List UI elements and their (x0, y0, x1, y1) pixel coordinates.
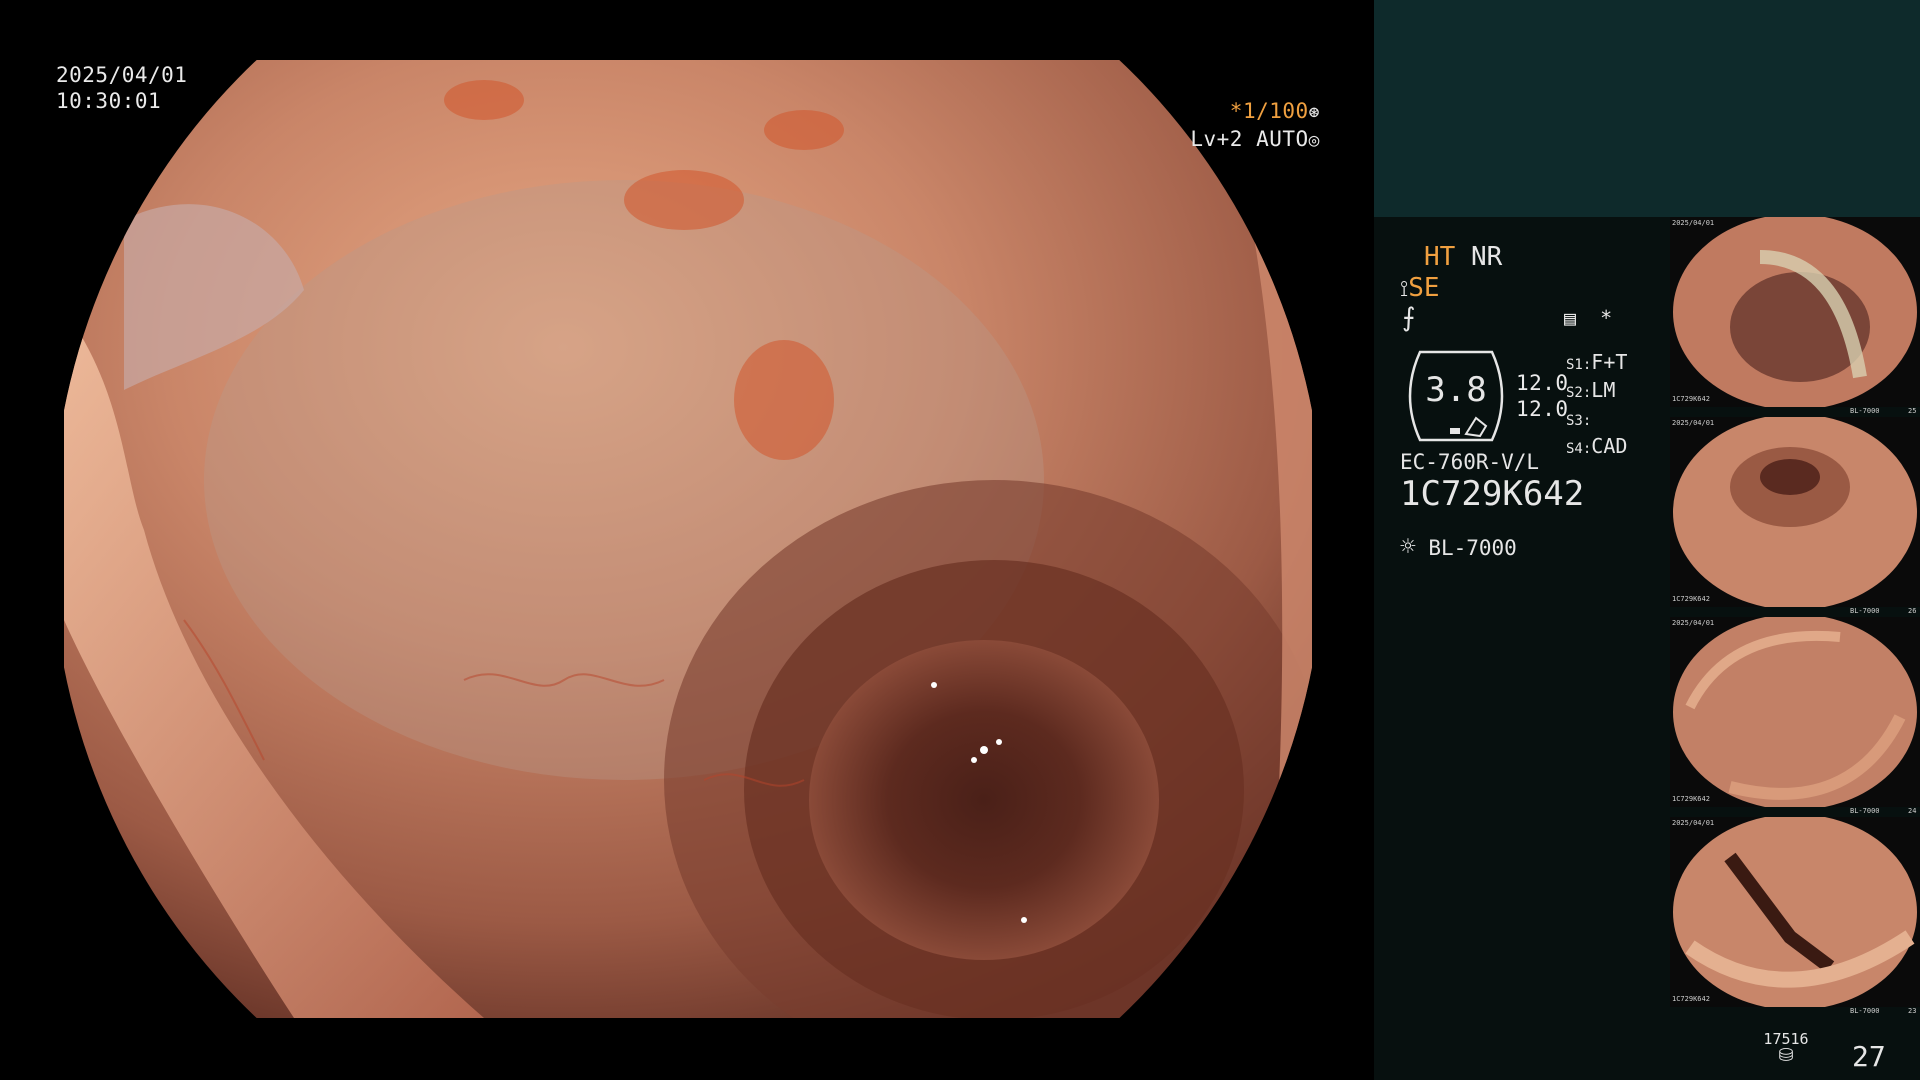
nr-label: NR (1470, 242, 1503, 272)
shutter-text: *1/100 (1229, 99, 1309, 123)
scope-model: EC-760R-V/L (1400, 450, 1540, 474)
settings-row: ▤ * (1564, 306, 1612, 330)
zoom-gauge: 3.8 (1400, 350, 1512, 442)
scope-values: 12.0 12.0 (1516, 370, 1569, 422)
status-se: ⟟SE (1400, 273, 1440, 303)
scope-icon: ⟟ (1400, 277, 1409, 302)
menu-list-icon: ▤ (1564, 306, 1577, 330)
side-panel-top (1374, 0, 1920, 217)
level-text: Lv+2 AUTO (1190, 127, 1309, 151)
thumbnail-1[interactable]: 2025/04/01 1C729K642 BL-7000 25 (1670, 214, 1920, 417)
endoscope-main-view (64, 60, 1312, 1018)
switch-row-4: S4:CAD (1566, 434, 1628, 458)
thumbnail-4[interactable]: 2025/04/01 1C729K642 BL-7000 23 (1670, 814, 1920, 1017)
ht-label: HT (1424, 242, 1456, 272)
iris-icon: ◎ (1308, 130, 1320, 151)
gauge-value: 3.8 (1425, 370, 1487, 410)
value-2: 12.0 (1516, 397, 1569, 421)
image-count: 27 (1852, 1040, 1886, 1073)
thumbnail-strip: 2025/04/01 1C729K642 BL-7000 25 2025/04/… (1670, 214, 1920, 1017)
lightbulb-icon: ☼ (1400, 532, 1416, 562)
thumbnail-2[interactable]: 2025/04/01 1C729K642 BL-7000 26 (1670, 414, 1920, 617)
light-source-label: BL-7000 (1428, 536, 1517, 560)
exposure-overlay: *1/100⊛ Lv+2 AUTO◎ (1180, 98, 1320, 154)
date-text: 2025/04/01 (56, 63, 188, 87)
status-ht-nr: HT NR (1424, 242, 1502, 272)
switch-row-1: S1:F+T (1566, 350, 1628, 374)
switch-row-3: S3: (1566, 413, 1592, 429)
se-label: SE (1408, 273, 1440, 303)
freeze-icon: ⨍ (1402, 303, 1416, 333)
thumbnail-3[interactable]: 2025/04/01 1C729K642 BL-7000 24 (1670, 614, 1920, 817)
switch-row-2: S2:LM (1566, 378, 1616, 402)
colon-image (64, 60, 1312, 1018)
time-text: 10:30:01 (56, 89, 162, 113)
scope-serial: 1C729K642 (1400, 474, 1585, 514)
switch-settings: S1:F+T S2:LM S3: S4:CAD (1566, 350, 1627, 462)
asterisk-label: * (1600, 306, 1613, 330)
storage-disk-icon: ⛁ (1778, 1045, 1794, 1066)
storage-indicator: 17516 ⛁ (1762, 1030, 1810, 1066)
datetime: 2025/04/01 10:30:01 (56, 62, 187, 114)
shutter-icon: ⊛ (1308, 102, 1320, 123)
light-source: ☼ BL-7000 (1400, 532, 1517, 562)
value-1: 12.0 (1516, 371, 1569, 395)
